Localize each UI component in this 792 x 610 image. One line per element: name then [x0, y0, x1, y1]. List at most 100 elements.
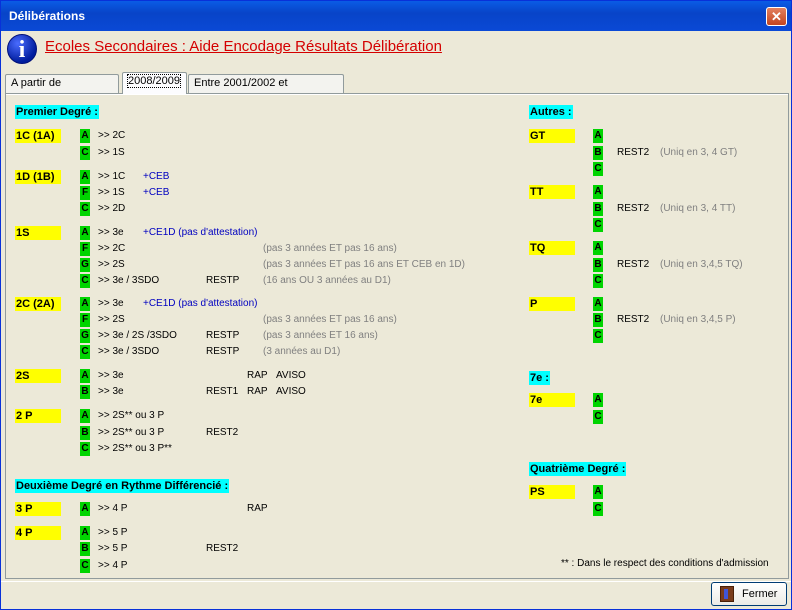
level-ps: PS: [529, 485, 575, 499]
bottom-bar: [1, 581, 791, 609]
restriction-text: RESTP: [206, 330, 240, 341]
code-badge: B: [593, 258, 603, 272]
condition-text: (3 années au D1): [263, 346, 341, 357]
certificate-note: +CE1D (pas d'attestation): [143, 298, 258, 309]
orientation-text: >> 3e / 2S /3SDO: [98, 330, 177, 341]
condition-text: (Uniq en 3, 4 TT): [660, 203, 736, 214]
code-badge: G: [80, 329, 90, 343]
close-button[interactable]: Fermer: [711, 582, 787, 606]
certificate-note: +CE1D (pas d'attestation): [143, 227, 258, 238]
header: i Ecoles Secondaires : Aide Encodage Rés…: [7, 34, 787, 64]
code-badge: A: [593, 129, 603, 143]
code-badge: A: [80, 129, 90, 143]
orientation-text: >> 2S: [98, 314, 125, 325]
level-1c: 1C (1A): [15, 129, 61, 143]
code-badge: F: [80, 313, 90, 327]
level-gt: GT: [529, 129, 575, 143]
aviso-text: AVISO: [276, 370, 306, 381]
level-2p: 2 P: [15, 409, 61, 423]
orientation-text: >> 1C: [98, 171, 126, 182]
code-badge: B: [593, 313, 603, 327]
title-bar: Délibérations ✕: [1, 1, 791, 31]
code-badge: B: [80, 426, 90, 440]
rap-text: RAP: [247, 386, 268, 397]
code-badge: A: [80, 170, 90, 184]
code-badge: C: [593, 274, 603, 288]
section-autres: Autres :: [529, 105, 573, 119]
code-badge: A: [80, 297, 90, 311]
condition-text: (pas 3 années ET pas 16 ans): [263, 243, 397, 254]
code-badge: C: [80, 202, 90, 216]
section-deuxieme-degre-differencie: Deuxième Degré en Rythme Différencié :: [15, 479, 230, 493]
tab-2008-2009[interactable]: 2008/2009: [122, 72, 187, 94]
deliberations-window: Délibérations ✕ i Ecoles Secondaires : A…: [0, 0, 792, 610]
code-badge: F: [80, 186, 90, 200]
orientation-text: >> 4 P: [98, 503, 128, 514]
section-quatrieme-degre: Quatrième Degré :: [529, 462, 627, 476]
code-badge: A: [80, 502, 90, 516]
orientation-text: >> 5 P: [98, 543, 128, 554]
orientation-text: >> 3e / 3SDO: [98, 346, 160, 357]
level-2c: 2C (2A): [15, 297, 61, 311]
orientation-text: >> 3e: [98, 298, 124, 309]
orientation-text: >> 2C: [98, 130, 126, 141]
tab-panel: Premier Degré : 1C (1A) A >> 2C C >> 1S …: [5, 93, 789, 579]
code-badge: A: [80, 369, 90, 383]
orientation-text: >> 5 P: [98, 527, 128, 538]
tab-2001-2008[interactable]: Entre 2001/2002 et 2007/2008: [188, 74, 344, 106]
page-title: Ecoles Secondaires : Aide Encodage Résul…: [45, 38, 442, 55]
code-badge: A: [593, 297, 603, 311]
restriction-text: REST2: [206, 427, 239, 438]
restriction-text: RESTP: [206, 275, 240, 286]
code-badge: A: [593, 485, 603, 499]
condition-text: (pas 3 années ET pas 16 ans ET CEB en 1D…: [263, 259, 465, 270]
code-badge: C: [80, 559, 90, 573]
orientation-text: >> 2C: [98, 243, 126, 254]
orientation-text: >> 1S: [98, 187, 125, 198]
code-badge: C: [593, 329, 603, 343]
level-1d: 1D (1B): [15, 170, 61, 184]
window-title: Délibérations: [9, 9, 86, 23]
condition-text: (Uniq en 3, 4 GT): [660, 147, 738, 158]
tab-from-2009-2010[interactable]: A partir de 2009/2010: [5, 74, 119, 106]
condition-text: (Uniq en 3,4,5 TQ): [660, 259, 743, 270]
code-badge: A: [80, 526, 90, 540]
code-badge: B: [593, 146, 603, 160]
certificate-note: +CEB: [143, 171, 170, 182]
restriction-text: REST2: [617, 147, 650, 158]
window-close-button[interactable]: ✕: [766, 7, 787, 26]
certificate-note: +CEB: [143, 187, 170, 198]
code-badge: C: [80, 442, 90, 456]
code-badge: C: [593, 162, 603, 176]
orientation-text: >> 4 P: [98, 560, 128, 571]
rap-text: RAP: [247, 503, 268, 514]
code-badge: C: [593, 410, 603, 424]
level-2s: 2S: [15, 369, 61, 383]
restriction-text: REST2: [617, 203, 650, 214]
door-exit-icon: [720, 586, 734, 602]
code-badge: A: [593, 185, 603, 199]
orientation-text: >> 1S: [98, 147, 125, 158]
close-button-label: Fermer: [742, 588, 778, 600]
code-badge: C: [80, 146, 90, 160]
orientation-text: >> 2D: [98, 203, 126, 214]
tab-2008-2009-label: 2008/2009: [127, 74, 181, 88]
code-badge: C: [593, 218, 603, 232]
orientation-text: >> 2S** ou 3 P**: [98, 443, 172, 454]
orientation-text: >> 3e / 3SDO: [98, 275, 160, 286]
code-badge: B: [80, 542, 90, 556]
restriction-text: REST2: [617, 314, 650, 325]
code-badge: B: [80, 385, 90, 399]
code-badge: F: [80, 242, 90, 256]
section-7e: 7e :: [529, 371, 550, 385]
code-badge: G: [80, 258, 90, 272]
level-7e: 7e: [529, 393, 575, 407]
code-badge: A: [593, 241, 603, 255]
code-badge: C: [80, 345, 90, 359]
code-badge: C: [593, 502, 603, 516]
level-tt: TT: [529, 185, 575, 199]
code-badge: C: [80, 274, 90, 288]
condition-text: (Uniq en 3,4,5 P): [660, 314, 736, 325]
level-1s: 1S: [15, 226, 61, 240]
orientation-text: >> 3e: [98, 370, 124, 381]
